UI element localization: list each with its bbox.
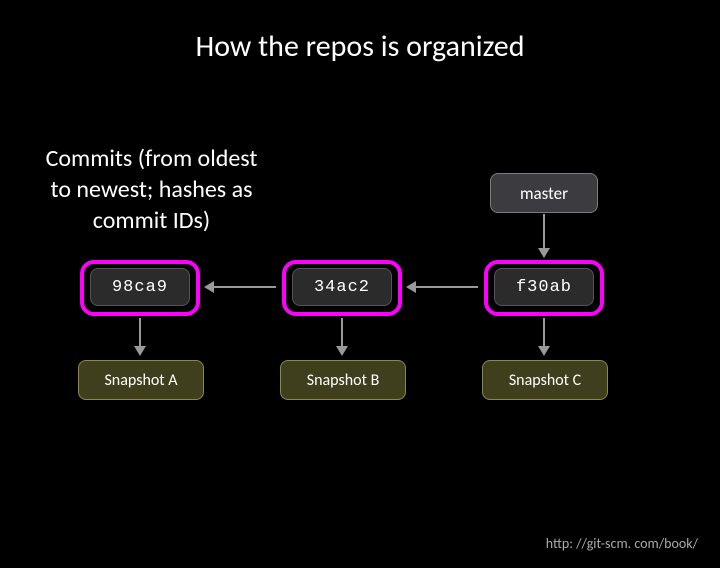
commits-caption: Commits (from oldest to newest; hashes a… — [44, 143, 259, 237]
arrow-commit-to-snapshot — [139, 318, 141, 348]
arrow-head-icon — [134, 346, 146, 356]
arrow-commit-to-snapshot — [543, 318, 545, 348]
arrow-commit-parent — [416, 286, 478, 288]
arrow-head-icon — [538, 346, 550, 356]
arrow-master-to-commit — [543, 214, 545, 250]
arrow-commit-to-snapshot — [341, 318, 343, 348]
arrow-head-icon — [336, 346, 348, 356]
source-citation: http: //git-scm. com/book/ — [546, 535, 698, 552]
snapshot-node-a: Snapshot A — [78, 360, 204, 400]
arrow-head-icon — [538, 248, 550, 258]
arrow-commit-parent — [214, 286, 276, 288]
commit-node-1: 98ca9 — [90, 268, 190, 306]
arrow-head-icon — [204, 281, 214, 293]
arrow-head-icon — [406, 281, 416, 293]
commit-node-2: 34ac2 — [292, 268, 392, 306]
master-branch-node: master — [490, 173, 598, 213]
commit-node-3: f30ab — [494, 268, 594, 306]
snapshot-node-c: Snapshot C — [482, 360, 608, 400]
snapshot-node-b: Snapshot B — [280, 360, 406, 400]
slide-title: How the repos is organized — [0, 28, 720, 65]
